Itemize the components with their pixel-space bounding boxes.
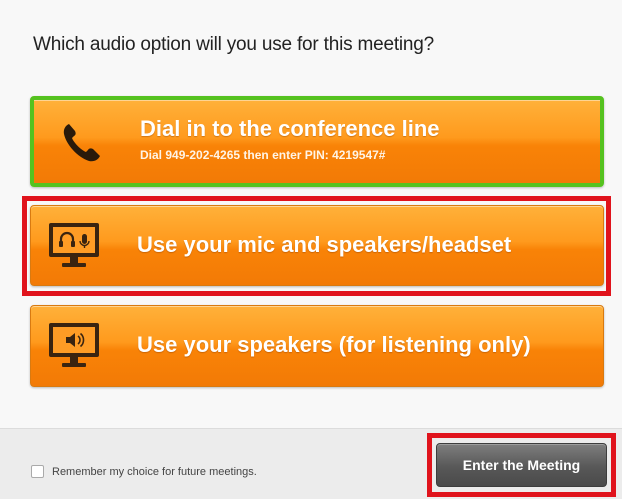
speakers-only-option-button[interactable]: Use your speakers (for listening only) <box>30 305 604 387</box>
dialog-question: Which audio option will you use for this… <box>33 34 435 55</box>
audio-options-dialog: Which audio option will you use for this… <box>0 0 622 499</box>
remember-choice-label: Remember my choice for future meetings. <box>52 465 257 478</box>
remember-choice-checkbox[interactable]: Remember my choice for future meetings. <box>31 465 257 478</box>
dial-in-option-button[interactable]: Dial in to the conference line Dial 949-… <box>30 96 604 187</box>
monitor-speaker-icon <box>49 323 99 367</box>
enter-meeting-button[interactable]: Enter the Meeting <box>436 443 607 487</box>
mic-speakers-title: Use your mic and speakers/headset <box>137 232 512 257</box>
checkbox-box[interactable] <box>31 465 44 478</box>
dial-in-instructions: Dial 949-202-4265 then enter PIN: 421954… <box>140 148 386 162</box>
dial-in-title: Dial in to the conference line <box>140 116 440 141</box>
phone-icon <box>63 124 100 162</box>
speakers-only-title: Use your speakers (for listening only) <box>137 332 531 357</box>
mic-speakers-option-button[interactable]: Use your mic and speakers/headset <box>30 205 604 286</box>
monitor-headset-icon <box>49 223 99 267</box>
